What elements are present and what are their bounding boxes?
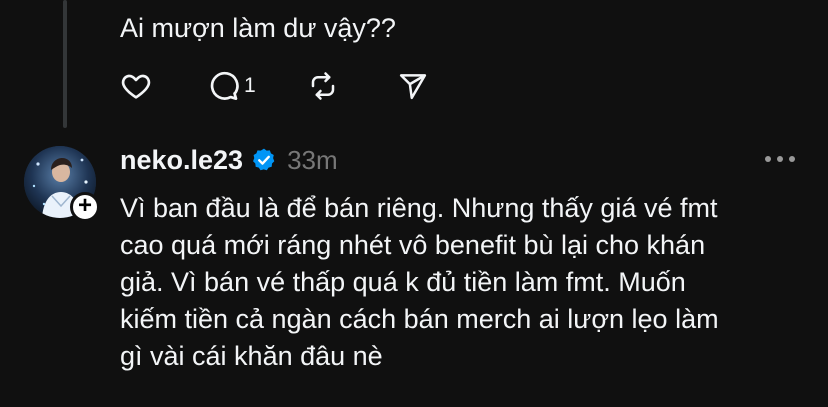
thread-line [63,0,67,128]
more-horizontal-icon [763,151,797,169]
repost-button[interactable] [308,71,398,101]
repost-icon [308,71,338,101]
verified-badge-icon [251,147,277,173]
reply-body-line: gì vài cái khăn đâu nè [120,341,383,371]
follow-button[interactable]: + [70,192,100,222]
reply-body-line: kiếm tiền cả ngàn cách bán merch ai lượn… [120,304,719,334]
send-icon [398,71,428,101]
avatar-container: + [24,146,100,222]
like-button[interactable] [120,70,208,102]
reply-button[interactable]: 1 [208,70,308,102]
heart-icon [120,70,152,102]
plus-icon: + [77,192,92,219]
reply-body-line: giả. Vì bán vé thấp quá k đủ tiền làm fm… [120,267,686,297]
share-button[interactable] [398,71,428,101]
reply-body-line: Vì ban đầu là để bán riêng. Nhưng thấy g… [120,193,718,223]
previous-post-text: Ai mượn làm dư vậy?? [120,13,396,43]
more-options-button[interactable] [758,146,802,174]
reply-body-line: cao quá mới ráng nhét vô benefit bù lại … [120,230,706,260]
comment-icon [208,70,240,102]
reply-body: Vì ban đầu là để bán riêng. Nhưng thấy g… [120,190,820,375]
previous-post-actions: 1 [120,66,428,106]
post-time: 33m [287,144,338,175]
reply-header: neko.le23 33m [120,142,338,178]
username[interactable]: neko.le23 [120,145,243,176]
reply-count: 1 [244,74,256,97]
